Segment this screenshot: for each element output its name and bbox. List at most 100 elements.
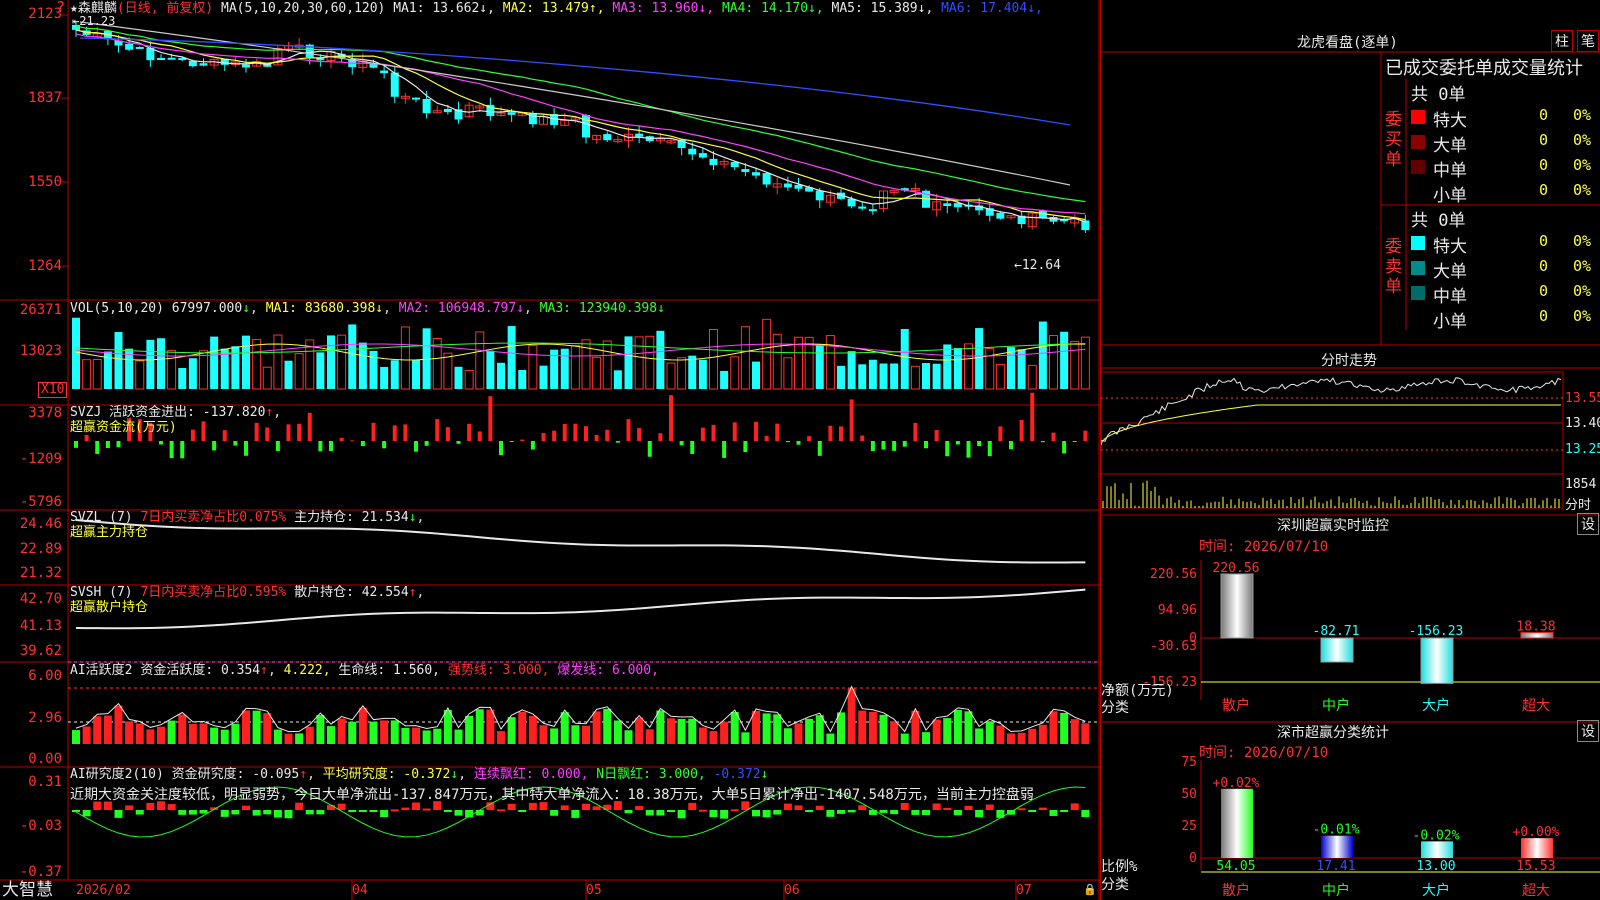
active-bar bbox=[953, 709, 962, 744]
research-bar bbox=[762, 810, 771, 818]
class-settings-button[interactable]: 设 bbox=[1577, 720, 1599, 742]
vol-unit[interactable]: X10 bbox=[38, 382, 68, 398]
flow-bar bbox=[105, 441, 110, 449]
svsh-y-tick: 41.13 bbox=[19, 618, 62, 634]
period[interactable]: 日线 bbox=[125, 1, 151, 16]
research-bar bbox=[677, 810, 686, 819]
research-bar bbox=[667, 810, 675, 812]
flow-bar bbox=[1040, 441, 1045, 443]
active-bar bbox=[390, 720, 399, 744]
flow-bar bbox=[403, 424, 408, 441]
vol-bar bbox=[262, 366, 272, 390]
active-bar bbox=[1028, 728, 1037, 744]
order-pct: 0% bbox=[1573, 307, 1592, 325]
svsh-y-tick: 42.70 bbox=[19, 591, 62, 607]
flow-bar bbox=[860, 435, 865, 441]
class-bar-delta: +0.02% bbox=[1213, 776, 1260, 791]
ma-value-ma3: MA3: 13.960↓, bbox=[604, 1, 715, 16]
help-icon[interactable]: ? bbox=[56, 0, 65, 15]
intraday-price: 13.55 bbox=[1565, 391, 1600, 406]
svzj-y-tick: -5796 bbox=[19, 494, 62, 510]
bar-mode-button[interactable]: 柱 bbox=[1551, 30, 1573, 52]
active-bar bbox=[443, 709, 452, 744]
sell-total: 共 0单 bbox=[1411, 211, 1466, 231]
tick-mode-button[interactable]: 笔 bbox=[1577, 30, 1599, 52]
research-bar bbox=[422, 808, 431, 811]
active-bar bbox=[1017, 732, 1026, 744]
candle-body bbox=[783, 183, 792, 188]
monitor-category: 大户 bbox=[1422, 697, 1450, 714]
monitor-settings-button[interactable]: 设 bbox=[1577, 513, 1599, 535]
monitor-bar bbox=[1420, 637, 1454, 684]
vol-bar bbox=[518, 369, 527, 389]
vol-bar bbox=[847, 351, 856, 389]
research-bar bbox=[199, 810, 208, 814]
research-bar bbox=[242, 805, 250, 810]
flow-bar bbox=[190, 429, 195, 441]
order-qty: 0 bbox=[1539, 257, 1549, 275]
flow-bar bbox=[1051, 432, 1056, 441]
monitor-time: 时间: 2026/07/10 bbox=[1199, 539, 1329, 555]
active-bar bbox=[571, 725, 580, 744]
x-axis-label: 07 bbox=[1016, 883, 1032, 898]
right-canvas: 220.56 94.96 0 -30.63 -156.23 220.56 散户 -82.71 中… bbox=[1101, 51, 1600, 899]
vol-bar bbox=[592, 356, 602, 390]
candle-body bbox=[380, 70, 389, 74]
active-bar bbox=[486, 709, 495, 744]
vol-bar bbox=[985, 347, 995, 390]
kline-y-tick: 1264 bbox=[28, 258, 62, 274]
flow-bar bbox=[743, 441, 748, 453]
monitor-bar bbox=[1320, 637, 1354, 663]
active-bar bbox=[93, 716, 102, 744]
order-size-label: 特大 bbox=[1433, 237, 1467, 257]
class-bar-delta: +0.00% bbox=[1513, 825, 1560, 840]
active-bar bbox=[422, 730, 431, 744]
active-bar bbox=[805, 718, 814, 744]
ai-active-y-tick: 6.00 bbox=[28, 668, 62, 684]
flow-bar bbox=[764, 435, 769, 441]
flow-bar bbox=[180, 441, 185, 459]
research-bar bbox=[943, 807, 952, 810]
active-bar bbox=[82, 726, 91, 744]
flow-bar bbox=[679, 441, 684, 446]
active-bar bbox=[592, 711, 601, 744]
class-bar bbox=[1521, 838, 1553, 858]
intraday-frame bbox=[1101, 371, 1564, 509]
active-bar bbox=[135, 723, 144, 744]
flow-bar bbox=[371, 422, 376, 441]
research-bar bbox=[284, 810, 293, 819]
research-bar bbox=[125, 805, 134, 810]
flow-bar bbox=[477, 431, 482, 441]
main-hold-line bbox=[75, 519, 1086, 564]
active-bar bbox=[900, 733, 909, 744]
candle-body bbox=[762, 173, 771, 185]
flow-bar bbox=[286, 424, 291, 441]
vol-bar bbox=[709, 328, 718, 390]
flow-bar bbox=[382, 441, 387, 449]
active-bar bbox=[295, 733, 304, 744]
flow-bar bbox=[414, 441, 418, 452]
lock-icon[interactable]: 🔒 bbox=[1083, 882, 1097, 897]
active-bar bbox=[242, 710, 250, 744]
chart-area[interactable]: ★森麒麟(日线, 前复权) MA(5,10,20,30,60,120) MA1:… bbox=[0, 0, 1100, 900]
vol-bar bbox=[645, 335, 655, 390]
flow-bar bbox=[244, 441, 248, 456]
class-y-tick: 50 bbox=[1181, 787, 1197, 802]
vol-bar bbox=[825, 335, 835, 390]
ma-values: MA1: 13.662↓, MA2: 13.479↑, MA3: 13.960↓… bbox=[393, 1, 1043, 16]
candle-body bbox=[157, 58, 165, 61]
adjust-mode[interactable]: 前复权 bbox=[166, 1, 205, 16]
chart-canvas[interactable] bbox=[0, 0, 1100, 900]
research-bar bbox=[560, 805, 569, 810]
ma-value-ma4: MA4: 14.170↓, bbox=[714, 1, 824, 16]
active-bar bbox=[401, 727, 410, 744]
legend-swatch bbox=[1411, 185, 1425, 199]
x-axis-label: 04 bbox=[352, 883, 368, 898]
research-bar bbox=[890, 810, 899, 815]
research-bar bbox=[1038, 807, 1047, 810]
svsh-subtitle: 超赢散户持仓 bbox=[70, 600, 149, 615]
active-bar bbox=[1070, 719, 1079, 744]
order-pct: 0% bbox=[1573, 257, 1592, 275]
research-bar bbox=[783, 803, 792, 810]
candle-body bbox=[422, 99, 431, 114]
